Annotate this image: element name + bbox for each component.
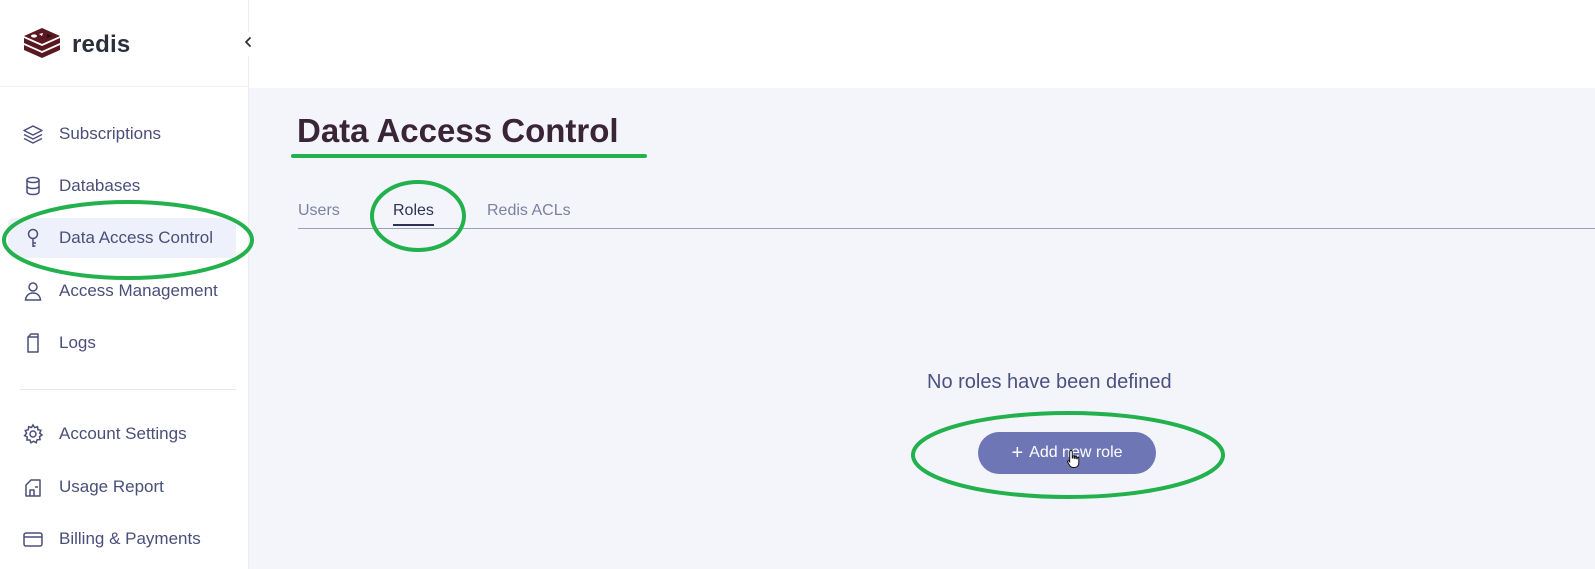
brand-name: redis [72, 30, 131, 58]
gear-icon [22, 423, 44, 445]
sidebar-item-usage-report[interactable]: Usage Report [8, 467, 236, 507]
sidebar-item-label: Access Management [59, 281, 218, 300]
tab-redis-acls[interactable]: Redis ACLs [487, 202, 571, 220]
tab-roles[interactable]: Roles [393, 202, 434, 226]
sidebar-item-label: Databases [59, 176, 141, 195]
tab-users[interactable]: Users [298, 202, 340, 220]
chevron-left-icon [242, 35, 254, 53]
sidebar-item-label: Logs [59, 333, 96, 352]
title-annotation-underline [291, 154, 647, 158]
sidebar-item-label: Usage Report [59, 477, 164, 496]
sidebar-item-billing-payments[interactable]: Billing & Payments [8, 519, 236, 559]
empty-state-message: No roles have been defined [927, 371, 1172, 393]
sidebar-item-access-management[interactable]: Access Management [8, 271, 236, 311]
sidebar-item-account-settings[interactable]: Account Settings [8, 414, 236, 454]
user-icon [22, 280, 44, 302]
sidebar-item-databases[interactable]: Databases [8, 166, 236, 206]
sidebar: redis Subscriptions Databases Data Acces… [0, 0, 249, 569]
sidebar-item-subscriptions[interactable]: Subscriptions [8, 114, 236, 154]
redis-logo[interactable]: redis [20, 24, 130, 65]
sidebar-item-label: Data Access Control [59, 228, 214, 247]
sidebar-item-logs[interactable]: Logs [8, 323, 236, 363]
database-icon [22, 175, 44, 197]
sidebar-header-divider [0, 86, 248, 87]
redis-logo-icon [20, 24, 64, 65]
card-icon [22, 528, 44, 550]
main-content: Data Access Control Users Roles Redis AC… [249, 88, 1595, 569]
tab-bar: Users Roles Redis ACLs [298, 200, 1595, 229]
sidebar-collapse-button[interactable] [236, 32, 260, 56]
report-icon [22, 476, 44, 498]
sidebar-item-label: Billing & Payments [59, 529, 201, 548]
sidebar-item-data-access-control[interactable]: Data Access Control [8, 218, 236, 258]
plus-icon: + [1011, 442, 1024, 464]
log-icon [22, 332, 44, 354]
sidebar-item-label: Account Settings [59, 424, 187, 443]
sidebar-divider [20, 389, 236, 390]
sidebar-item-label: Subscriptions [59, 124, 162, 143]
page-title: Data Access Control [297, 112, 619, 149]
hand-cursor-icon [1066, 449, 1082, 474]
top-bar [249, 0, 1595, 88]
layers-icon [22, 123, 44, 145]
key-icon [22, 227, 44, 249]
